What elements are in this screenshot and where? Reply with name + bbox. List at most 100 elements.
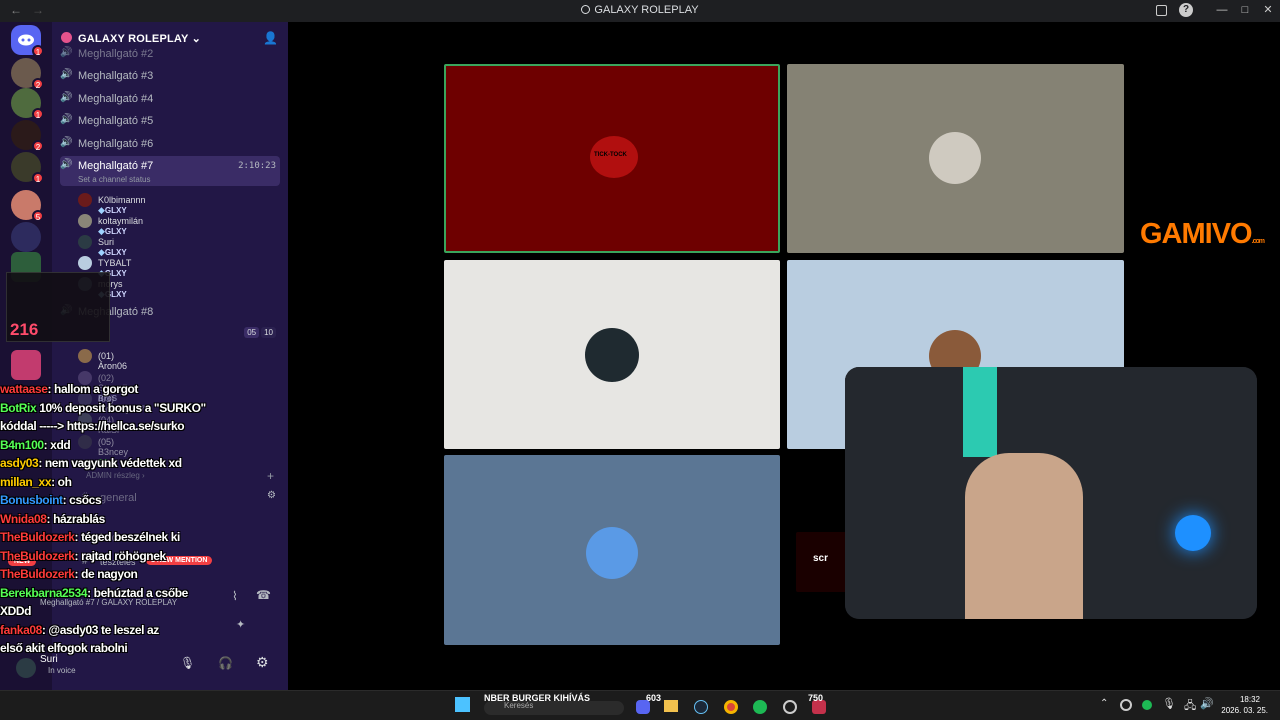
gem-icon: ◆ [98,226,105,236]
chat-username: Berekbarna2534 [0,585,88,600]
avatar [78,256,92,270]
server-icon[interactable]: 1 [11,152,44,184]
video-tile[interactable]: TICK-TOCK [444,64,780,253]
chat-username: millan_xx [0,474,52,489]
sponsor-logo: GAMIVO.com [1140,218,1265,250]
inbox-icon[interactable] [1156,5,1167,16]
streamer-person [965,453,1083,619]
chat-username: Bonusboint [0,493,63,507]
gem-icon: ◆ [98,205,105,215]
chat-message: Berekbarna2534: behúztad a csőbe [0,585,188,600]
user-status: In voice [48,666,76,675]
windows-start-icon[interactable] [455,697,470,712]
settings-gear-icon[interactable]: ⚙ [256,654,269,671]
user-limit-counter: 05 10 [244,327,276,338]
chat-message: Bonusboint: csőcs [0,493,102,507]
speaker-icon: 🔊 [60,159,73,170]
unread-badge: 1 [32,45,44,57]
chat-message: TheBuldozerk: rajtad röhögnek [0,548,166,563]
server-badge-icon [61,32,72,43]
minimize-icon[interactable]: — [1215,3,1229,17]
server-icon[interactable] [11,350,41,380]
active-voice-channel[interactable]: 🔊 Meghallgató #7 2:10:23 Set a channel s… [60,156,280,186]
close-icon[interactable]: ✕ [1261,3,1275,17]
chat-username: BotRix [0,400,37,415]
unread-badge: 2 [32,140,44,152]
server-logo-icon [581,5,591,14]
streamer-webcam [845,367,1257,619]
settings-icon[interactable] [783,700,797,714]
chat-username: TheBuldozerk [0,530,75,544]
network-icon[interactable]: 🖧 [1184,697,1196,716]
search-placeholder: Keresés [504,701,534,710]
chrome-icon[interactable] [724,700,738,714]
chevron-up-icon[interactable]: ⌃ [1100,698,1108,709]
video-tile[interactable] [444,455,780,645]
counter-right: 750 [808,693,824,703]
voice-channel[interactable]: 🔊 Meghallgató #6 [60,134,280,154]
avatar [78,349,92,363]
overlay-counter: 216 [10,320,39,339]
microphone-icon[interactable]: 🎙 [1162,697,1176,710]
tile-label: TICK-TOCK [594,152,627,158]
chat-message: B4m100: xdd [0,437,71,452]
server-icon[interactable]: 1 [11,88,44,120]
voice-channel[interactable]: 🔊 Meghallgató #4 [60,89,280,109]
discord-taskbar-icon[interactable] [636,700,650,714]
maximize-icon[interactable]: □ [1238,3,1252,17]
tile-label: scr [813,553,829,564]
stitch-avatar [586,527,638,579]
headphones-icon[interactable]: 🎧 [218,656,233,670]
speaker-icon: 🔊 [60,114,73,125]
video-tile[interactable] [444,260,780,449]
unread-badge: 1 [32,108,44,120]
chat-message: TheBuldozerk: de nagyon [0,567,138,581]
invite-people-icon[interactable]: 👤 [263,31,278,45]
chat-message: kóddal -----> https://hellca.se/surko [0,419,185,433]
unread-badge: 2 [32,78,44,90]
server-icon[interactable]: 5 [11,190,44,222]
channel-status[interactable]: Set a channel status [78,175,151,184]
chat-message: fanka08: @asdy03 te leszel az [0,622,159,637]
help-icon[interactable]: ? [1179,3,1193,17]
call-timer: 2:10:23 [238,161,276,171]
avatar [929,132,981,184]
chat-username: fanka08 [0,622,42,637]
voice-channel[interactable]: 🔊 Meghallgató #3 [60,66,280,86]
chat-username: TheBuldozerk [0,548,75,563]
chat-username: asdy03 [0,456,39,470]
user-panel: Suri In voice 🎙 🎧 ⚙ [0,650,288,690]
avatar [78,214,92,228]
steam-icon[interactable] [694,700,708,714]
tray-app-icon[interactable] [1142,700,1152,710]
title-bar: ← → GALAXY ROLEPLAY ? — □ ✕ [0,0,1280,22]
chat-username: B4m100 [0,437,44,452]
avatar [78,193,92,207]
gem-icon: ◆ [98,247,105,257]
unread-badge: 1 [32,172,44,184]
spotify-icon[interactable] [753,700,767,714]
clock-date[interactable]: 2026. 03. 25. [1208,706,1268,715]
microphone-icon[interactable]: 🎙 [180,656,195,670]
chat-message: XDDd [0,604,32,618]
video-tile[interactable] [787,64,1124,253]
chat-message: TheBuldozerk: téged beszélnek ki [0,530,180,544]
stream-chat-overlay: wattaase: hallom a gorgot BotRix 10% dep… [0,380,300,658]
voice-channel[interactable]: 🔊 Meghallgató #2 [60,44,280,64]
chat-username: wattaase [0,382,48,396]
avatar [78,235,92,249]
chat-message: Wnida08: házrablás [0,511,105,526]
avatar[interactable] [16,658,36,678]
server-icon[interactable]: 2 [11,58,44,90]
file-explorer-icon[interactable] [664,700,678,712]
voice-channel[interactable]: 🔊 Meghallgató #5 [60,111,280,131]
direct-messages-button[interactable]: 1 [11,25,44,57]
wolf-avatar [585,328,639,382]
server-icon[interactable] [11,222,41,252]
speaker-icon: 🔊 [60,69,73,80]
clock-time[interactable]: 18:32 [1232,695,1260,704]
speaker-icon: 🔊 [60,137,73,148]
username: Suri [40,654,58,665]
server-icon[interactable]: 2 [11,120,44,152]
tray-app-icon[interactable] [1120,699,1132,711]
